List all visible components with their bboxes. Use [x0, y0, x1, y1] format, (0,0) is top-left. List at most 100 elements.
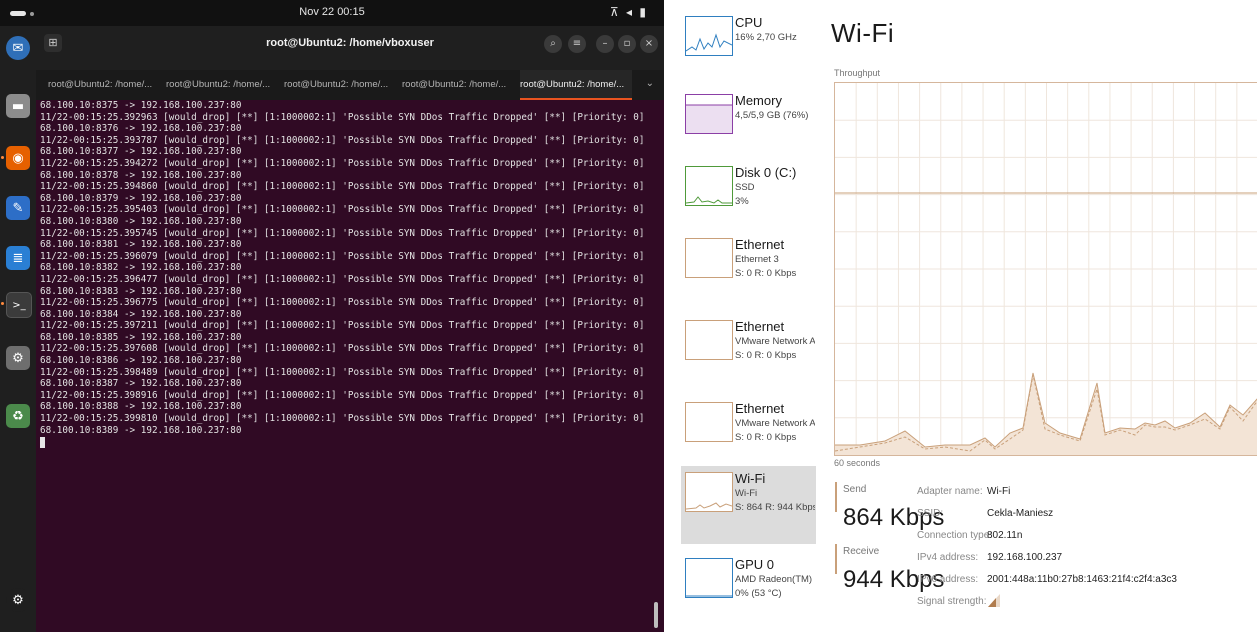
time-axis-label: 60 seconds — [834, 458, 881, 468]
sidebar-thumbnail-graph — [685, 94, 733, 134]
detail-key: IPv6 address: — [917, 574, 979, 585]
terminal-tab-label: root@Ubuntu2: /home/... — [48, 79, 153, 90]
terminal-output[interactable]: 68.100.10:8375 -> 192.168.100.237:80 11/2… — [40, 100, 650, 628]
terminal-window: ⊞ root@Ubuntu2: /home/vboxuser ⌕ ≡ – ▫ ×… — [36, 26, 664, 632]
terminal-tab-label: root@Ubuntu2: /home/... — [402, 79, 507, 90]
detail-value: Cekla-Maniesz — [987, 508, 1054, 519]
sidebar-item-disk-0-c[interactable]: Disk 0 (C:) SSD 3% — [681, 160, 816, 238]
terminal-tab[interactable]: root@Ubuntu2: /home/...× — [284, 70, 396, 100]
sidebar-item-title: Ethernet — [735, 401, 785, 416]
terminal-line: 11/22-00:15:25.394860 [would_drop] [**] … — [40, 181, 650, 193]
thunderbird-icon[interactable]: ✉ — [6, 36, 30, 60]
sidebar-item-text: CPU 16% 2,70 GHz — [735, 14, 815, 45]
sidebar-thumbnail-graph — [685, 16, 733, 56]
dock: ✉ ▬ ◉ ✎ ≣ >_ ⚙ ♻ ⚙ — [0, 26, 36, 632]
sidebar-item-title: Memory — [735, 93, 782, 108]
ubuntu-desktop: Nov 22 00:15 ⊼ ◂ ▮ ✉ ▬ ◉ ✎ ≣ >_ ⚙ ♻ ⚙ ⊞ root@Ubu… — [0, 0, 664, 632]
terminal-prompt-line[interactable] — [40, 436, 650, 448]
clock[interactable]: Nov 22 00:15 — [0, 6, 664, 18]
sidebar-item-detail: 0% (53 °C) — [735, 588, 782, 599]
sidebar-item-detail: Ethernet 3 — [735, 254, 779, 265]
sidebar-item-memory[interactable]: Memory 4,5/5,9 GB (76%) — [681, 88, 816, 166]
menu-icon[interactable]: ≡ — [568, 35, 586, 53]
sidebar-item-ethernet[interactable]: Ethernet Ethernet 3 S: 0 R: 0 Kbps — [681, 232, 816, 310]
terminal-line: 11/22-00:15:25.398916 [would_drop] [**] … — [40, 389, 650, 401]
files-icon[interactable]: ▬ — [6, 94, 30, 118]
sidebar-item-detail: AMD Radeon(TM) Gra... — [735, 574, 815, 585]
sidebar-item-detail: VMware Network Ada... — [735, 418, 815, 429]
detail-key: SSID: — [917, 508, 944, 519]
sidebar-item-text: Wi-Fi Wi-Fi S: 864 R: 944 Kbps — [735, 470, 815, 515]
terminal-tab-bar: ⌄ root@Ubuntu2: /home/...×root@Ubuntu2: … — [36, 70, 664, 100]
running-indicator — [1, 302, 4, 305]
text-editor-icon[interactable]: ✎ — [6, 196, 30, 220]
terminal-tab[interactable]: root@Ubuntu2: /home/...× — [520, 70, 632, 100]
terminal-line: 68.100.10:8378 -> 192.168.100.237:80 — [40, 169, 242, 181]
trash-icon[interactable]: ♻ — [6, 404, 30, 428]
firefox-icon[interactable]: ◉ — [6, 146, 30, 170]
sidebar-item-detail: Wi-Fi — [735, 488, 758, 499]
terminal-line: 68.100.10:8382 -> 192.168.100.237:80 — [40, 262, 242, 274]
libreoffice-writer-icon[interactable]: ≣ — [6, 246, 30, 270]
maximize-icon[interactable]: ▫ — [618, 35, 636, 53]
settings-icon[interactable]: ⚙ — [6, 346, 30, 370]
terminal-tab[interactable]: root@Ubuntu2: /home/...× — [48, 70, 160, 100]
terminal-scrollbar[interactable] — [654, 602, 658, 628]
sidebar-item-title: Disk 0 (C:) — [735, 165, 797, 180]
sidebar-item-title: Ethernet — [735, 237, 785, 252]
sidebar-item-detail: S: 0 R: 0 Kbps — [735, 268, 797, 279]
sidebar-item-ethernet[interactable]: Ethernet VMware Network Ada... S: 0 R: 0 K… — [681, 314, 816, 392]
close-icon[interactable]: × — [640, 35, 658, 53]
page-title: Wi-Fi — [831, 18, 895, 48]
terminal-line: 11/22-00:15:25.395745 [would_drop] [**] … — [40, 227, 650, 239]
terminal-line: 68.100.10:8383 -> 192.168.100.237:80 — [40, 285, 242, 297]
terminal-tab-label: root@Ubuntu2: /home/... — [166, 79, 271, 90]
detail-key: Connection type: — [917, 530, 993, 541]
sidebar-item-gpu-0[interactable]: GPU 0 AMD Radeon(TM) Gra... 0% (53 °C) — [681, 552, 816, 630]
terminal-line: 68.100.10:8389 -> 192.168.100.237:80 — [40, 424, 242, 436]
ubuntu-top-bar: Nov 22 00:15 ⊼ ◂ ▮ — [0, 0, 664, 26]
tabs-dropdown-icon[interactable]: ⌄ — [646, 78, 654, 89]
detail-value: 2001:448a:11b0:27b8:1463:21f4:c2f4:a3c3 — [987, 574, 1177, 585]
terminal-line: 11/22-00:15:25.396775 [would_drop] [**] … — [40, 297, 650, 309]
search-icon[interactable]: ⌕ — [544, 35, 562, 53]
sidebar-item-detail: S: 0 R: 0 Kbps — [735, 432, 797, 443]
terminal-line: 11/22-00:15:25.395403 [would_drop] [**] … — [40, 204, 650, 216]
terminal-icon[interactable]: >_ — [6, 292, 32, 318]
detail-key: Adapter name: — [917, 486, 983, 497]
receive-label: Receive — [843, 546, 880, 557]
sidebar-thumbnail-graph — [685, 472, 733, 512]
sidebar-item-title: Wi-Fi — [735, 471, 766, 486]
minimize-icon[interactable]: – — [596, 35, 614, 53]
sidebar-item-title: CPU — [735, 15, 763, 30]
system-status-icons[interactable]: ⊼ ◂ ▮ — [610, 5, 648, 19]
terminal-line: 11/22-00:15:25.399810 [would_drop] [**] … — [40, 413, 650, 425]
sidebar-item-detail: 4,5/5,9 GB (76%) — [735, 110, 809, 121]
sidebar-item-cpu[interactable]: CPU 16% 2,70 GHz — [681, 10, 816, 88]
sidebar-item-wi-fi[interactable]: Wi-Fi Wi-Fi S: 864 R: 944 Kbps — [681, 466, 816, 544]
detail-key: Signal strength: — [917, 596, 987, 607]
terminal-line: 11/22-00:15:25.396477 [would_drop] [**] … — [40, 273, 650, 285]
sidebar-item-ethernet[interactable]: Ethernet VMware Network Ada... S: 0 R: 0 K… — [681, 396, 816, 474]
terminal-line: 68.100.10:8381 -> 192.168.100.237:80 — [40, 239, 242, 251]
sidebar-item-title: Ethernet — [735, 319, 785, 334]
terminal-line: 68.100.10:8375 -> 192.168.100.237:80 — [40, 100, 242, 111]
terminal-tab[interactable]: root@Ubuntu2: /home/...× — [402, 70, 514, 100]
sidebar-thumbnail-graph — [685, 402, 733, 442]
sidebar-item-text: Memory 4,5/5,9 GB (76%) — [735, 92, 815, 123]
terminal-line: 68.100.10:8379 -> 192.168.100.237:80 — [40, 192, 242, 204]
sidebar-item-detail: S: 864 R: 944 Kbps — [735, 502, 815, 513]
terminal-tab[interactable]: root@Ubuntu2: /home/...× — [166, 70, 278, 100]
terminal-line: 11/22-00:15:25.397211 [would_drop] [**] … — [40, 320, 650, 332]
sidebar-thumbnail-graph — [685, 320, 733, 360]
terminal-line: 11/22-00:15:25.398489 [would_drop] [**] … — [40, 366, 650, 378]
terminal-line: 11/22-00:15:25.394272 [would_drop] [**] … — [40, 157, 650, 169]
terminal-line: 11/22-00:15:25.396079 [would_drop] [**] … — [40, 250, 650, 262]
sidebar-item-detail: S: 0 R: 0 Kbps — [735, 350, 797, 361]
show-apps-icon[interactable]: ⚙ — [6, 588, 30, 612]
task-manager-performance: CPU 16% 2,70 GHz Memory 4,5/5,9 GB (76%) Dis… — [664, 0, 1257, 632]
receive-color-bar — [835, 544, 837, 574]
terminal-line: 68.100.10:8385 -> 192.168.100.237:80 — [40, 331, 242, 343]
terminal-cursor — [40, 436, 45, 448]
terminal-line: 68.100.10:8387 -> 192.168.100.237:80 — [40, 378, 242, 390]
